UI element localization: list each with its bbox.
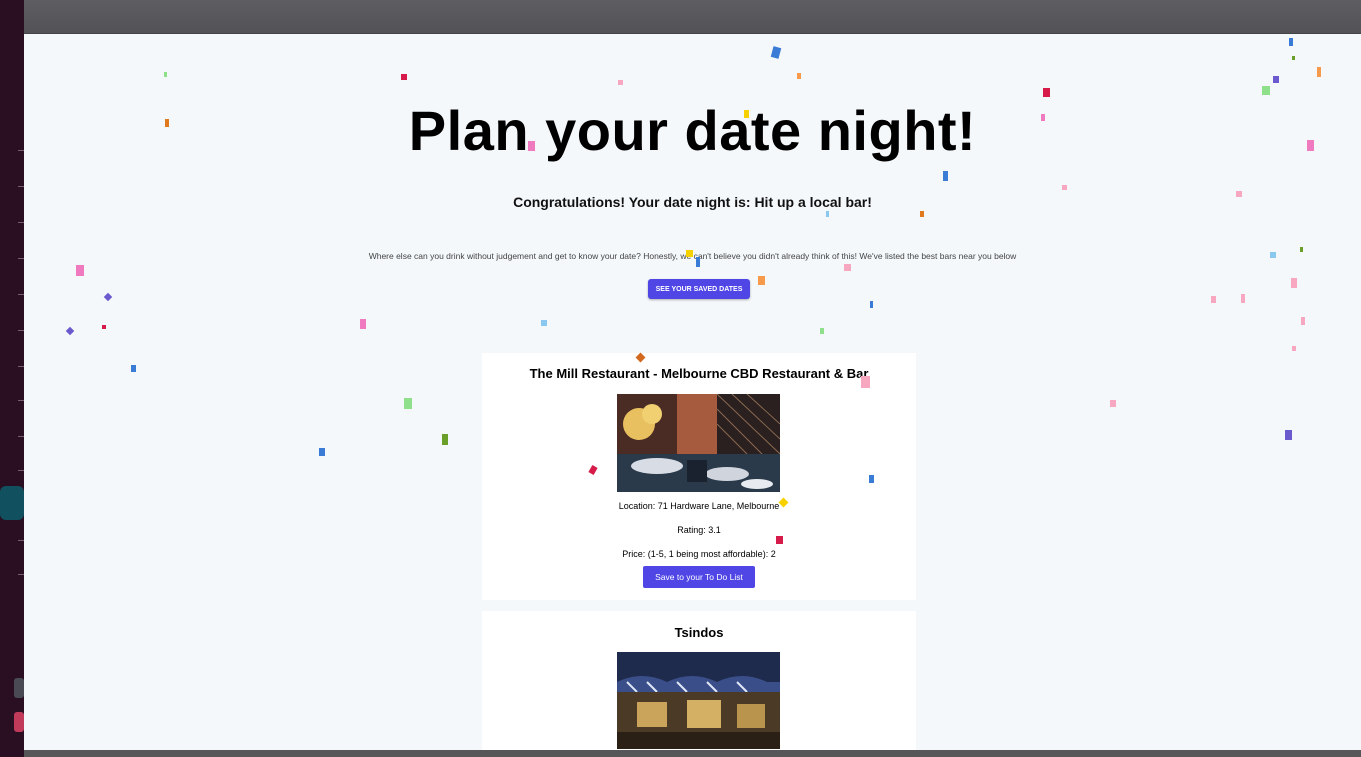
side-app-icon[interactable] xyxy=(14,712,24,732)
venue-name: The Mill Restaurant - Melbourne CBD Rest… xyxy=(529,366,869,381)
active-side-tab[interactable] xyxy=(0,486,24,520)
venue-photo xyxy=(617,652,780,749)
venue-rating: Rating: 3.1 xyxy=(677,525,721,535)
see-saved-dates-button[interactable]: SEE YOUR SAVED DATES xyxy=(648,279,750,299)
venue-card: The Mill Restaurant - Melbourne CBD Rest… xyxy=(482,353,916,600)
venue-name: Tsindos xyxy=(674,625,724,640)
venue-photo xyxy=(617,394,780,492)
venue-location: Location: 71 Hardware Lane, Melbourne xyxy=(618,501,780,511)
page-title: Plan your date night! xyxy=(408,99,977,162)
save-to-todo-button[interactable]: Save to your To Do List xyxy=(643,566,755,588)
venue-card: Tsindos xyxy=(482,611,916,750)
browser-bottom-bar xyxy=(24,750,1361,757)
browser-top-bar xyxy=(24,0,1361,34)
result-heading: Congratulations! Your date night is: Hit… xyxy=(513,194,872,210)
side-app-icon[interactable] xyxy=(14,678,24,698)
page-content: Plan your date night! Congratulations! Y… xyxy=(24,34,1361,750)
side-panel xyxy=(0,0,24,757)
venue-price: Price: (1-5, 1 being most affordable): 2 xyxy=(622,549,776,559)
